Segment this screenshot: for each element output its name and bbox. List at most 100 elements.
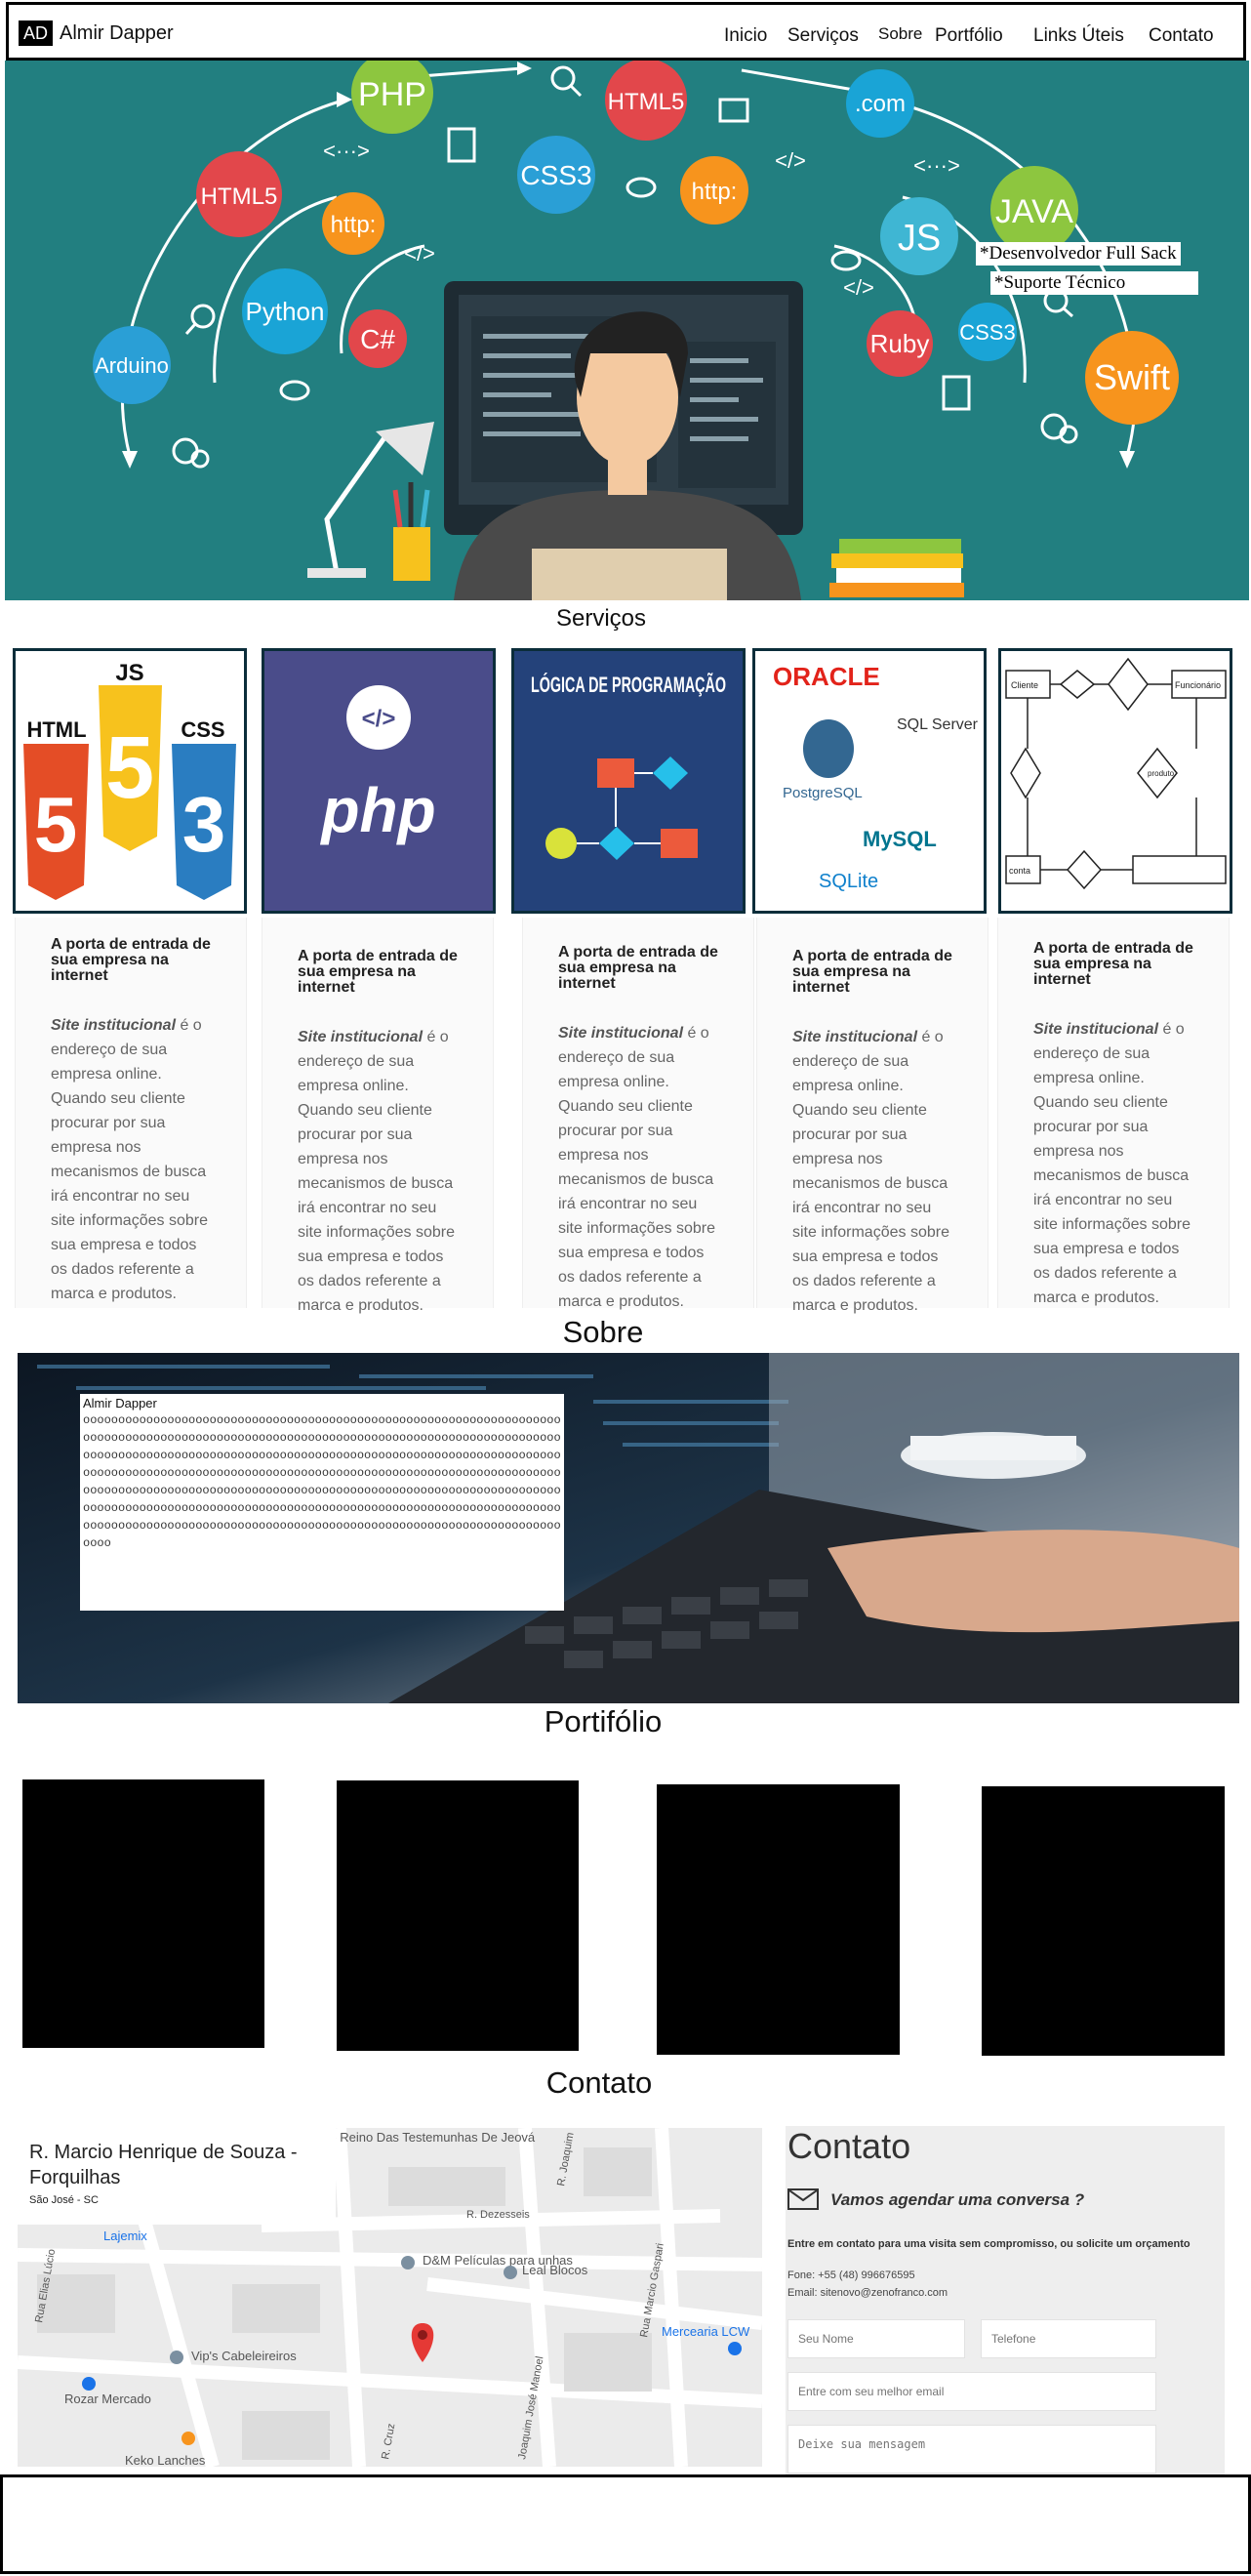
service-card-1: A porta de entrada de sua empresa na int… (15, 918, 247, 1308)
service-card-heading: A porta de entrada de sua empresa na int… (298, 948, 458, 996)
form-title: Contato (787, 2126, 911, 2166)
service-card-2: A porta de entrada de sua empresa na int… (262, 918, 494, 1314)
service-card-heading: A porta de entrada de sua empresa na int… (792, 948, 952, 996)
bubble-css3-small-label: CSS3 (959, 320, 1015, 345)
bubble-js-label: JS (898, 218, 941, 259)
sobre-name: Almir Dapper (83, 1396, 157, 1411)
sobre-title: Sobre (562, 1315, 644, 1349)
svg-text:5: 5 (34, 781, 78, 868)
portfolio-item-1[interactable] (22, 1779, 264, 2048)
nav-inicio[interactable]: Inicio (724, 24, 767, 48)
email-input[interactable] (787, 2372, 1156, 2411)
form-intro: Entre em contato para uma visita sem com… (787, 2238, 1190, 2250)
js-label: JS (115, 660, 143, 686)
bubble-html5-top-label: HTML5 (608, 89, 685, 115)
nav-contato[interactable]: Contato (1149, 24, 1214, 48)
nav-servicos[interactable]: Serviços (787, 24, 859, 48)
portfolio-item-2[interactable] (337, 1780, 579, 2051)
nav-portfolio[interactable]: Portfólio (935, 24, 1003, 48)
envelope-icon (787, 2188, 819, 2210)
logo-badge[interactable]: AD (19, 20, 54, 46)
symbol-1: <···> (323, 139, 370, 163)
flow-produto: produto (1148, 769, 1175, 778)
flow-funcionario: Funcionário (1175, 680, 1221, 690)
html-label: HTML (26, 717, 86, 742)
name-input[interactable] (787, 2319, 965, 2358)
map-place-lajemix: Lajemix (103, 2228, 147, 2243)
service-card-heading: A porta de entrada de sua empresa na int… (558, 944, 718, 992)
bubble-http-left-label: http: (331, 212, 377, 238)
bubble-php-label: PHP (358, 76, 426, 113)
bubble-http-right-label: http: (692, 179, 738, 205)
svc-image-logica[interactable]: LÓGICA DE PROGRAMAÇÃO (511, 648, 746, 914)
nav-links-uteis[interactable]: Links Úteis (1033, 24, 1124, 48)
php-label: php (319, 775, 435, 845)
bubble-arduino-label: Arduino (95, 353, 169, 378)
symbol-4: <···> (913, 153, 960, 178)
phone-input[interactable] (981, 2319, 1156, 2358)
hero-tag-suporte: *Suporte Técnico (990, 271, 1198, 295)
brand-name[interactable]: Almir Dapper (60, 20, 174, 46)
sobre-text-box: Almir Dapper ooooooooooooooooooooooooooo… (80, 1394, 564, 1611)
sqlserver-label: SQL Server (897, 716, 979, 733)
css-label: CSS (181, 717, 224, 742)
svc-image-php[interactable]: </> php (262, 648, 496, 914)
map-place-keko: Keko Lanches (125, 2453, 206, 2467)
service-card-text: Site institucional é o endereço de sua e… (298, 1029, 455, 1314)
top-navbar: AD Almir Dapper Inicio Serviços Sobre Po… (6, 2, 1246, 61)
bubble-com-label: .com (855, 91, 906, 117)
svg-text:</>: </> (362, 706, 396, 732)
symbol-2: </> (404, 241, 435, 266)
service-card-5: A porta de entrada de sua empresa na int… (997, 918, 1230, 1308)
map-place-vips: Vip's Cabeleireiros (191, 2349, 297, 2363)
bubble-swift-label: Swift (1094, 357, 1170, 397)
svc-image-flowchart[interactable]: Cliente Funcionário produto conta (998, 648, 1232, 914)
footer (0, 2474, 1251, 2574)
servicos-title: Serviços (555, 605, 647, 632)
portfolio-title: Portifólio (544, 1704, 663, 1738)
flow-cliente: Cliente (1011, 680, 1038, 690)
symbol-3: </> (775, 148, 806, 173)
service-card-text: Site institucional é o endereço de sua e… (51, 1017, 208, 1302)
service-card-text: Site institucional é o endereço de sua e… (792, 1029, 949, 1314)
bubble-css3-label: CSS3 (520, 160, 591, 190)
sobre-text: oooooooooooooooooooooooooooooooooooooooo… (83, 1413, 561, 1550)
svc-image-html-js-css[interactable]: JS 5 HTML 5 CSS 3 (13, 648, 247, 914)
contato-title: Contato (545, 2065, 653, 2100)
flow-conta: conta (1009, 866, 1030, 876)
svg-text:3: 3 (182, 781, 226, 868)
mysql-label: MySQL (863, 827, 937, 851)
hero-illustration: PHP HTML5 HTML5 CSS3 http: http: .com JS… (93, 61, 1179, 600)
message-input[interactable] (787, 2425, 1156, 2474)
bubble-python-label: Python (246, 297, 325, 326)
service-card-text: Site institucional é o endereço de sua e… (1033, 1021, 1190, 1306)
hero-banner: PHP HTML5 HTML5 CSS3 http: http: .com JS… (5, 61, 1249, 600)
map-address: R. Marcio Henrique de Souza - Forquilhas (29, 2142, 298, 2188)
service-card-text: Site institucional é o endereço de sua e… (558, 1025, 715, 1310)
form-email: Email: sitenovo@zenofranco.com (787, 2287, 948, 2299)
bubble-csharp-label: C# (360, 324, 395, 354)
form-subtitle: Vamos agendar uma conversa ? (830, 2190, 1085, 2209)
logica-title: LÓGICA DE PROGRAMAÇÃO (531, 673, 726, 697)
bubble-ruby-label: Ruby (870, 329, 930, 358)
service-card-4: A porta de entrada de sua empresa na int… (756, 918, 989, 1314)
svc-image-databases[interactable]: ORACLE SQL Server PostgreSQL MySQL SQLit… (752, 648, 987, 914)
portfolio-item-3[interactable] (657, 1784, 900, 2055)
map-place-rozar: Rozar Mercado (64, 2392, 151, 2406)
map-place-reino: Do Reino Das Testemunhas De Jeová (320, 2130, 536, 2145)
svg-text:5: 5 (105, 719, 154, 817)
map-city: São José - SC (29, 2194, 99, 2206)
bubble-java-label: JAVA (995, 193, 1073, 230)
map-place-mercearia: Mercearia LCW (662, 2324, 750, 2339)
nav-sobre[interactable]: Sobre (878, 22, 922, 46)
bubble-html5-left-label: HTML5 (201, 184, 278, 210)
sqlite-label: SQLite (819, 871, 878, 892)
form-phone: Fone: +55 (48) 996676595 (787, 2269, 915, 2281)
contact-form: Contato Vamos agendar uma conversa ? Ent… (786, 2126, 1225, 2477)
service-card-3: A porta de entrada de sua empresa na int… (522, 918, 754, 1310)
service-card-heading: A porta de entrada de sua empresa na int… (51, 936, 211, 984)
postgres-label: PostgreSQL (783, 785, 863, 801)
oracle-label: ORACLE (773, 662, 880, 691)
service-card-heading: A porta de entrada de sua empresa na int… (1033, 940, 1193, 988)
portfolio-item-4[interactable] (982, 1786, 1225, 2056)
